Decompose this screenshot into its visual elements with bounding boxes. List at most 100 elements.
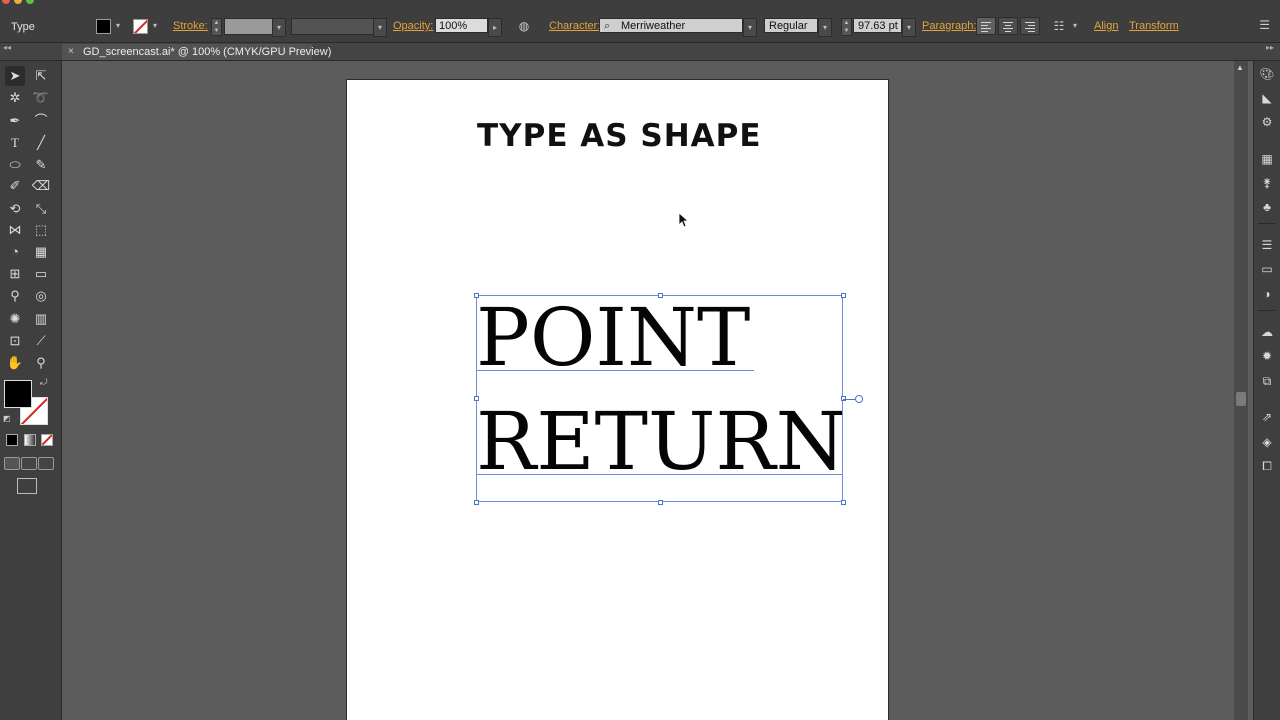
document-tab[interactable]: × GD_screencast.ai* @ 100% (CMYK/GPU Pre… [62,44,331,60]
resize-handle-top-right[interactable] [841,293,846,298]
collapse-left-icon[interactable]: ◂◂ [3,43,11,52]
none-mode-icon[interactable] [41,434,53,446]
artboard-heading[interactable]: TYPE AS SHAPE [477,118,762,154]
scroll-up-icon[interactable]: ▲ [1236,63,1244,72]
transform-panel-link[interactable]: Transform [1129,20,1179,32]
lasso-tool-icon[interactable]: ➰ [31,88,51,108]
transparency-icon[interactable]: ◑ [1258,285,1276,303]
stroke-label[interactable]: Stroke: [173,20,208,32]
minimize-window-icon[interactable] [14,0,22,4]
paragraph-label[interactable]: Paragraph: [922,20,976,32]
direct-selection-tool-icon[interactable]: ⇱ [31,66,51,86]
line-segment-tool-icon[interactable]: ╱ [31,133,51,153]
resize-handle-left[interactable] [474,396,479,401]
curvature-tool-icon[interactable]: ⌒ [31,111,51,131]
resize-handle-top[interactable] [658,293,663,298]
stroke-weight-input[interactable] [224,18,273,35]
eraser-tool-icon[interactable]: ⌫ [31,176,51,196]
stroke-panel-icon[interactable]: ☰ [1258,236,1276,254]
swap-fill-stroke-icon[interactable]: ⤾ [40,377,48,388]
default-fill-stroke-icon[interactable]: ◩ [3,414,11,423]
opacity-dropdown[interactable]: ▸ [488,18,502,37]
text-options-dropdown-icon[interactable]: ▾ [1071,20,1079,32]
close-window-icon[interactable] [2,0,10,4]
stroke-color-swatch[interactable] [133,19,148,34]
swatches-icon[interactable]: ▦ [1258,150,1276,168]
zoom-tool-icon[interactable]: ⚲ [31,353,51,373]
layers-icon[interactable]: ◈ [1258,433,1276,451]
pen-tool-icon[interactable]: ✒ [5,111,25,131]
stroke-weight-dropdown[interactable]: ▾ [272,18,286,37]
collapse-right-icon[interactable]: ▸▸ [1266,43,1274,52]
brushes-icon[interactable]: ⚵ [1258,174,1276,192]
gradient-mode-icon[interactable] [24,434,36,446]
slice-tool-icon[interactable]: ⟋ [31,331,51,351]
type-tool-icon[interactable]: T [5,133,25,153]
text-options-icon[interactable]: ☷ [1051,18,1067,34]
perspective-grid-tool-icon[interactable]: ▦ [31,242,51,262]
stroke-weight-stepper[interactable]: ▲ ▼ [211,18,222,36]
eyedropper-tool-icon[interactable]: ⚲ [5,286,25,306]
gradient-tool-icon[interactable]: ▭ [31,264,51,284]
vertical-scrollbar[interactable]: ▲ [1234,61,1248,720]
color-mode-icon[interactable] [6,434,18,446]
opacity-input[interactable]: 100% [435,18,488,33]
export-icon[interactable]: ⇗ [1258,408,1276,426]
column-graph-tool-icon[interactable]: ▥ [31,309,51,329]
mesh-tool-icon[interactable]: ⊞ [5,264,25,284]
free-transform-tool-icon[interactable]: ⬚ [31,220,51,240]
stroke-dropdown-icon[interactable]: ▾ [151,20,159,32]
recolor-artwork-icon[interactable]: ◍ [516,18,532,34]
color-panel-icon[interactable]: 🎨︎ [1258,65,1276,83]
scrollbar-thumb[interactable] [1236,392,1246,406]
zoom-window-icon[interactable] [26,0,34,4]
variable-width-profile[interactable] [291,18,375,35]
artboard[interactable]: TYPE AS SHAPE POINT RETURN [346,79,889,720]
asset-export-icon[interactable]: ⧉ [1258,372,1276,390]
font-size-dropdown[interactable]: ▾ [902,18,916,37]
rotate-tool-icon[interactable]: ⟲ [5,199,25,219]
shaper-tool-icon[interactable]: ✐ [5,176,25,196]
hand-tool-icon[interactable]: ✋ [5,353,25,373]
artboard-tool-icon[interactable]: ⊡ [5,331,25,351]
character-label[interactable]: Character: [549,20,600,32]
magic-wand-tool-icon[interactable]: ✲ [5,88,25,108]
font-size-stepper[interactable]: ▲ ▼ [841,18,852,36]
resize-handle-top-left[interactable] [474,293,479,298]
align-right-button[interactable] [1020,17,1040,35]
resize-handle-bottom-left[interactable] [474,500,479,505]
font-family-dropdown[interactable]: ▾ [743,18,757,37]
font-style-select[interactable]: Regular [764,18,818,33]
libraries-icon[interactable]: ☁ [1258,323,1276,341]
align-center-button[interactable] [998,17,1018,35]
fill-swatch[interactable] [4,380,32,408]
draw-inside-icon[interactable] [38,457,54,470]
draw-behind-icon[interactable] [21,457,37,470]
fill-color-swatch[interactable] [96,19,111,34]
align-left-button[interactable] [976,17,996,35]
color-guide-icon[interactable]: ◣ [1258,89,1276,107]
ellipse-tool-icon[interactable]: ⬭ [5,155,25,175]
font-family-input[interactable]: ⌕ Merriweather [599,18,743,33]
fill-dropdown-icon[interactable]: ▾ [114,20,122,32]
font-size-input[interactable]: 97.63 pt [853,18,902,33]
symbols-icon[interactable]: ♣ [1258,198,1276,216]
resize-handle-bottom-right[interactable] [841,500,846,505]
shape-builder-tool-icon[interactable]: ◔ [5,242,25,262]
selection-tool-icon[interactable]: ➤ [5,66,25,86]
variable-width-dropdown[interactable]: ▾ [373,18,387,37]
panel-menu-icon[interactable]: ☰ [1259,18,1270,32]
opacity-label[interactable]: Opacity: [393,20,433,32]
blend-tool-icon[interactable]: ◎ [31,286,51,306]
width-tool-icon[interactable]: ⋈ [5,220,25,240]
paintbrush-tool-icon[interactable]: ✎ [31,155,51,175]
close-tab-icon[interactable]: × [68,44,74,60]
resize-handle-bottom[interactable] [658,500,663,505]
font-style-dropdown[interactable]: ▾ [818,18,832,37]
symbol-sprayer-tool-icon[interactable]: ✺ [5,309,25,329]
change-screen-mode-icon[interactable] [17,478,37,494]
gradient-panel-icon[interactable]: ▭ [1258,260,1276,278]
graphic-styles-icon[interactable]: ✹ [1258,347,1276,365]
draw-normal-icon[interactable] [4,457,20,470]
scale-tool-icon[interactable]: ⤡ [31,199,51,219]
